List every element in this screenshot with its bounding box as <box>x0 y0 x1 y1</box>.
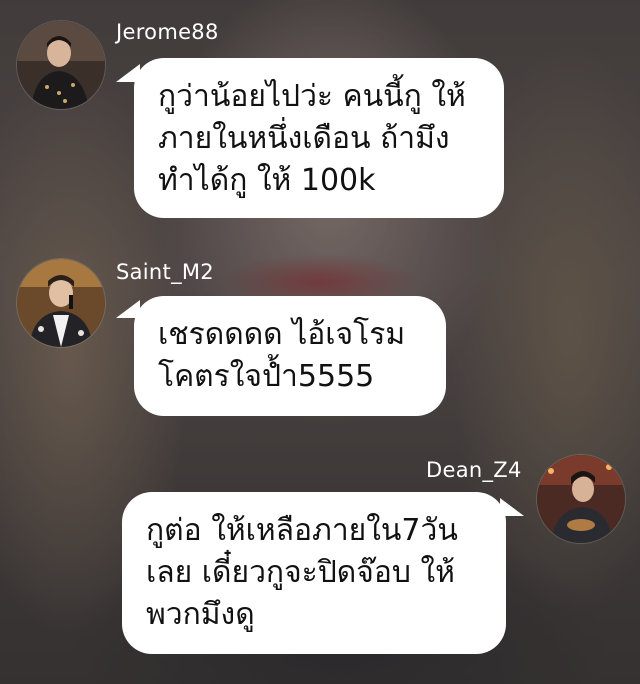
message-bubble: กูว่าน้อยไปว่ะ คนนี้กู ให้ ภายในหนึ่งเดื… <box>134 58 504 218</box>
avatar-saint-m2[interactable] <box>16 258 106 348</box>
user-avatar-icon <box>537 455 625 543</box>
avatar-jerome88[interactable] <box>16 20 106 110</box>
avatar-dean-z4[interactable] <box>536 454 626 544</box>
user-avatar-icon <box>17 21 105 109</box>
username-label: Dean_Z4 <box>426 458 522 482</box>
username-label: Saint_M2 <box>116 260 214 284</box>
user-avatar-icon <box>17 259 105 347</box>
message-bubble: เชรดดดด ไอ้เจโรม โคตรใจป้ำ5555 <box>134 296 446 416</box>
username-label: Jerome88 <box>116 20 219 44</box>
message-bubble: กูต่อ ให้เหลือภายใน7วัน เลย เดี๋ยวกูจะปิ… <box>122 492 506 654</box>
